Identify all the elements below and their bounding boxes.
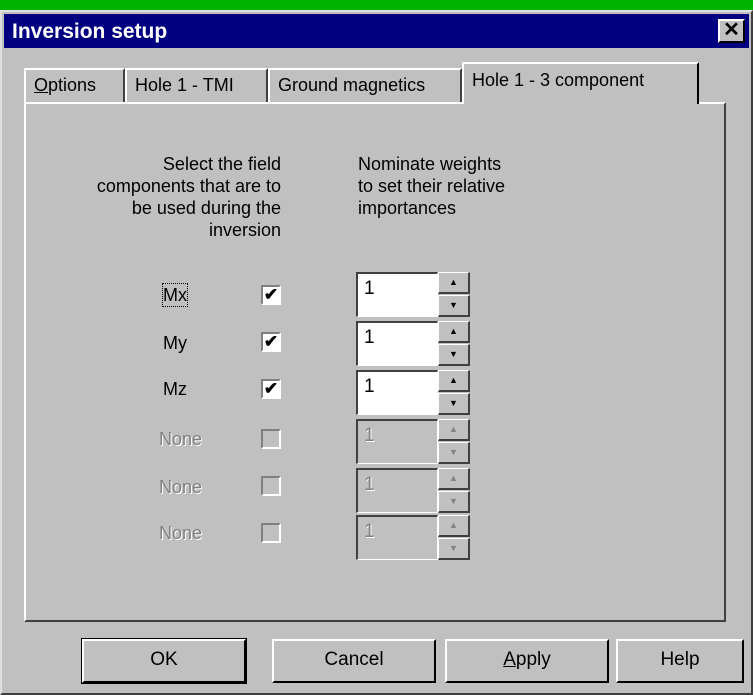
component-checkbox-my[interactable]: ✔ [261, 332, 281, 352]
spin-up-icon: ▲ [438, 468, 470, 490]
apply-button[interactable]: Apply [445, 639, 609, 683]
component-checkbox-none [261, 476, 281, 496]
cancel-button[interactable]: Cancel [272, 639, 436, 683]
inversion-setup-dialog: Inversion setup ✕ Options Hole 1 - TMI G… [0, 10, 753, 695]
tab-hole-1-3-component[interactable]: Hole 1 - 3 component [462, 62, 699, 104]
weight-spinner-my: 1 ▲ ▼ [356, 321, 470, 366]
component-label-mx: Mx [162, 283, 188, 307]
component-checkbox-mx[interactable]: ✔ [261, 285, 281, 305]
components-header-line: inversion [208, 220, 281, 240]
spin-down-icon: ▼ [438, 442, 470, 464]
weight-input-none: 1 [356, 468, 438, 513]
weight-spinner-mx: 1 ▲ ▼ [356, 272, 470, 317]
weight-input-my[interactable]: 1 [356, 321, 438, 366]
help-button[interactable]: Help [616, 639, 744, 683]
spin-down-icon: ▼ [438, 491, 470, 513]
component-label-none: None [159, 477, 203, 497]
component-checkbox-mz[interactable]: ✔ [261, 379, 281, 399]
component-label-none: None [159, 523, 203, 543]
ok-button[interactable]: OK [81, 638, 247, 684]
tab-hole-1-tmi[interactable]: Hole 1 - TMI [125, 68, 268, 102]
spin-up-icon[interactable]: ▲ [438, 370, 470, 392]
spin-down-icon[interactable]: ▼ [438, 393, 470, 415]
weights-header: Nominate weights to set their relative i… [358, 153, 505, 219]
component-label-mz: Mz [163, 379, 187, 399]
weights-header-line: Nominate weights [358, 154, 502, 174]
component-label-none: None [159, 429, 203, 449]
spin-up-icon[interactable]: ▲ [438, 272, 470, 294]
spin-up-icon[interactable]: ▲ [438, 321, 470, 343]
close-icon[interactable]: ✕ [718, 19, 745, 43]
weight-input-none: 1 [356, 515, 438, 560]
weight-input-mz[interactable]: 1 [356, 370, 438, 415]
components-header-line: Select the field [162, 154, 281, 174]
title-bar[interactable]: Inversion setup ✕ [4, 14, 749, 48]
weight-spinner-mz: 1 ▲ ▼ [356, 370, 470, 415]
component-checkbox-none [261, 429, 281, 449]
tab-options[interactable]: Options [24, 68, 125, 102]
components-header: Select the field components that are to … [97, 153, 281, 241]
component-checkbox-none [261, 523, 281, 543]
weight-input-none: 1 [356, 419, 438, 464]
spin-down-icon[interactable]: ▼ [438, 295, 470, 317]
component-label-my: My [163, 333, 187, 353]
weight-spinner-none: 1 ▲ ▼ [356, 515, 470, 560]
weight-input-mx[interactable]: 1 [356, 272, 438, 317]
weight-spinner-none: 1 ▲ ▼ [356, 468, 470, 513]
spin-down-icon: ▼ [438, 538, 470, 560]
tab-ground-magnetics[interactable]: Ground magnetics [268, 68, 462, 102]
spin-up-icon: ▲ [438, 515, 470, 537]
weights-header-line: to set their relative [358, 176, 506, 196]
weight-spinner-none: 1 ▲ ▼ [356, 419, 470, 464]
components-header-line: components that are to [96, 176, 281, 196]
window-title: Inversion setup [12, 20, 168, 43]
spin-down-icon[interactable]: ▼ [438, 344, 470, 366]
components-header-line: be used during the [131, 198, 281, 218]
weights-header-line: importances [358, 198, 457, 218]
spin-up-icon: ▲ [438, 419, 470, 441]
